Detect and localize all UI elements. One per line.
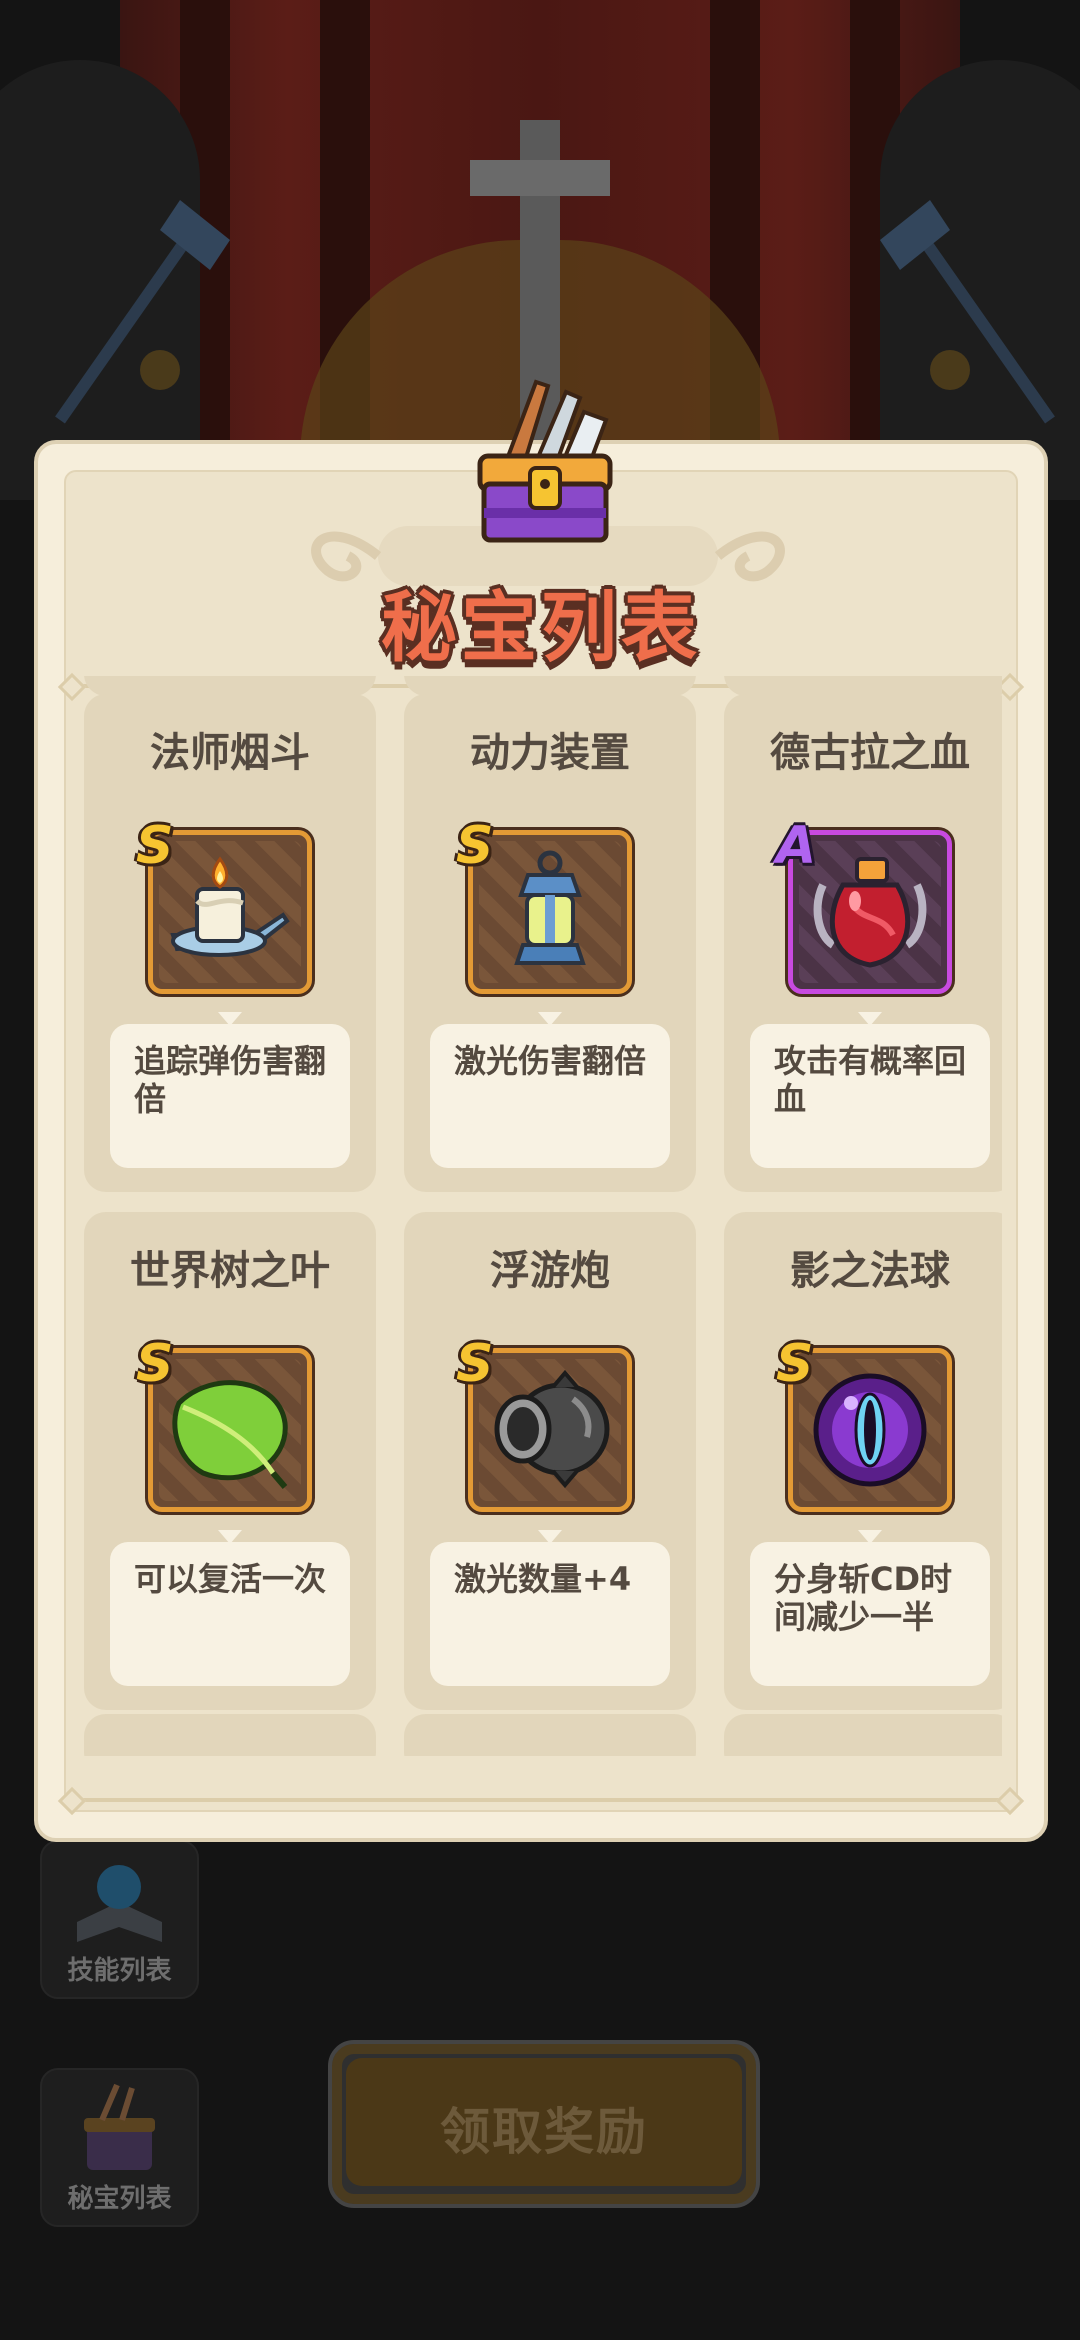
- treasure-description-box: 激光数量+4: [430, 1542, 670, 1686]
- cannon-icon: [494, 1369, 610, 1489]
- treasure-description: 追踪弹伤害翻倍: [134, 1042, 327, 1118]
- leaf-icon: [172, 1380, 288, 1489]
- treasure-description-box: 攻击有概率回血: [750, 1024, 990, 1168]
- partial-card: [404, 676, 696, 696]
- rank-badge: S: [456, 1334, 494, 1394]
- list-bottom-divider: [74, 1798, 1008, 1802]
- treasure-card[interactable]: 影之法球 S 分身斩CD时间减少一半: [724, 1212, 1002, 1710]
- partial-card: [724, 1714, 1002, 1756]
- treasure-description: 分身斩CD时间减少一半: [774, 1560, 953, 1636]
- spellbook-icon: [77, 1865, 162, 1942]
- claim-reward-button[interactable]: 领取奖励: [328, 2040, 760, 2208]
- treasure-description: 攻击有概率回血: [774, 1042, 967, 1118]
- claim-reward-label: 领取奖励: [440, 2103, 648, 2161]
- rank-badge: S: [456, 816, 494, 876]
- treasure-description: 激光伤害翻倍: [454, 1042, 647, 1080]
- treasure-list[interactable]: 法师烟斗 S 追踪弹伤害翻倍 动力装置 S 激光伤害翻倍 德古拉之血 A 攻击有…: [84, 676, 1002, 1756]
- treasure-list-button[interactable]: 秘宝列表: [40, 2068, 199, 2227]
- treasure-name: 德古拉之血: [770, 730, 970, 776]
- rank-badge: A: [776, 816, 817, 876]
- shadow-orb-icon: [813, 1373, 927, 1487]
- treasure-description: 激光数量+4: [454, 1560, 632, 1598]
- rank-badge: S: [136, 816, 174, 876]
- treasure-description-box: 分身斩CD时间减少一半: [750, 1542, 990, 1686]
- treasure-chest-icon: [477, 379, 613, 543]
- treasure-card[interactable]: 世界树之叶 S 可以复活一次: [84, 1212, 376, 1710]
- treasure-name: 法师烟斗: [150, 730, 310, 776]
- background-axe-icon: [55, 200, 230, 424]
- skills-list-label: 技能列表: [67, 1956, 172, 1986]
- skills-list-button[interactable]: 技能列表: [40, 1840, 199, 1999]
- partial-card: [724, 676, 1002, 696]
- treasure-name: 动力装置: [470, 730, 630, 776]
- treasure-name: 影之法球: [790, 1248, 950, 1294]
- treasure-list-panel: 秘宝列表 法师烟斗 S 追踪弹伤害翻倍 动力装置 S 激光伤害翻倍 德古拉之血 …: [34, 379, 1048, 1842]
- partial-card: [84, 1714, 376, 1756]
- partial-card: [404, 1714, 696, 1756]
- partial-card: [84, 676, 376, 696]
- treasure-name: 世界树之叶: [130, 1248, 330, 1294]
- lantern-icon: [514, 850, 586, 965]
- treasure-description-box: 激光伤害翻倍: [430, 1024, 670, 1168]
- treasure-card[interactable]: 法师烟斗 S 追踪弹伤害翻倍: [84, 694, 376, 1192]
- treasure-description-box: 追踪弹伤害翻倍: [110, 1024, 350, 1168]
- candle-icon: [170, 856, 290, 957]
- rank-badge: S: [776, 1334, 814, 1394]
- treasure-card[interactable]: 浮游炮 S 激光数量+4: [404, 1212, 696, 1710]
- treasure-list-label: 秘宝列表: [67, 2184, 172, 2214]
- rank-badge: S: [136, 1334, 174, 1394]
- treasure-card[interactable]: 动力装置 S 激光伤害翻倍: [404, 694, 696, 1192]
- treasure-description-box: 可以复活一次: [110, 1542, 350, 1686]
- blood-potion-icon: [813, 857, 927, 968]
- treasure-card[interactable]: 德古拉之血 A 攻击有概率回血: [724, 694, 1002, 1192]
- background-axe-icon: [880, 200, 1055, 424]
- treasure-name: 浮游炮: [490, 1248, 610, 1294]
- treasure-description: 可以复活一次: [134, 1560, 327, 1598]
- treasure-chest-icon: [84, 2083, 155, 2170]
- panel-title: 秘宝列表: [381, 583, 701, 672]
